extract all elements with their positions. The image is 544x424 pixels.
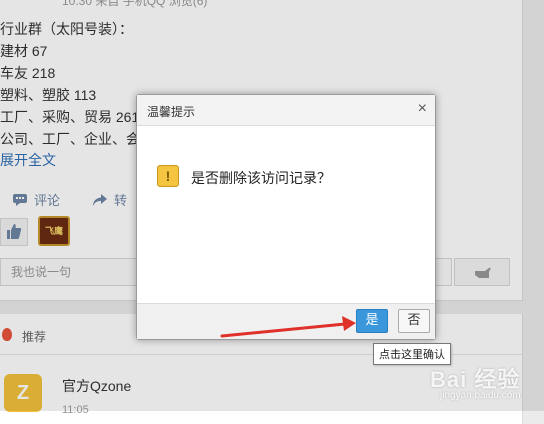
annotation-arrow: [220, 316, 356, 338]
watermark-url: jingyan.baidu.com: [440, 390, 521, 401]
